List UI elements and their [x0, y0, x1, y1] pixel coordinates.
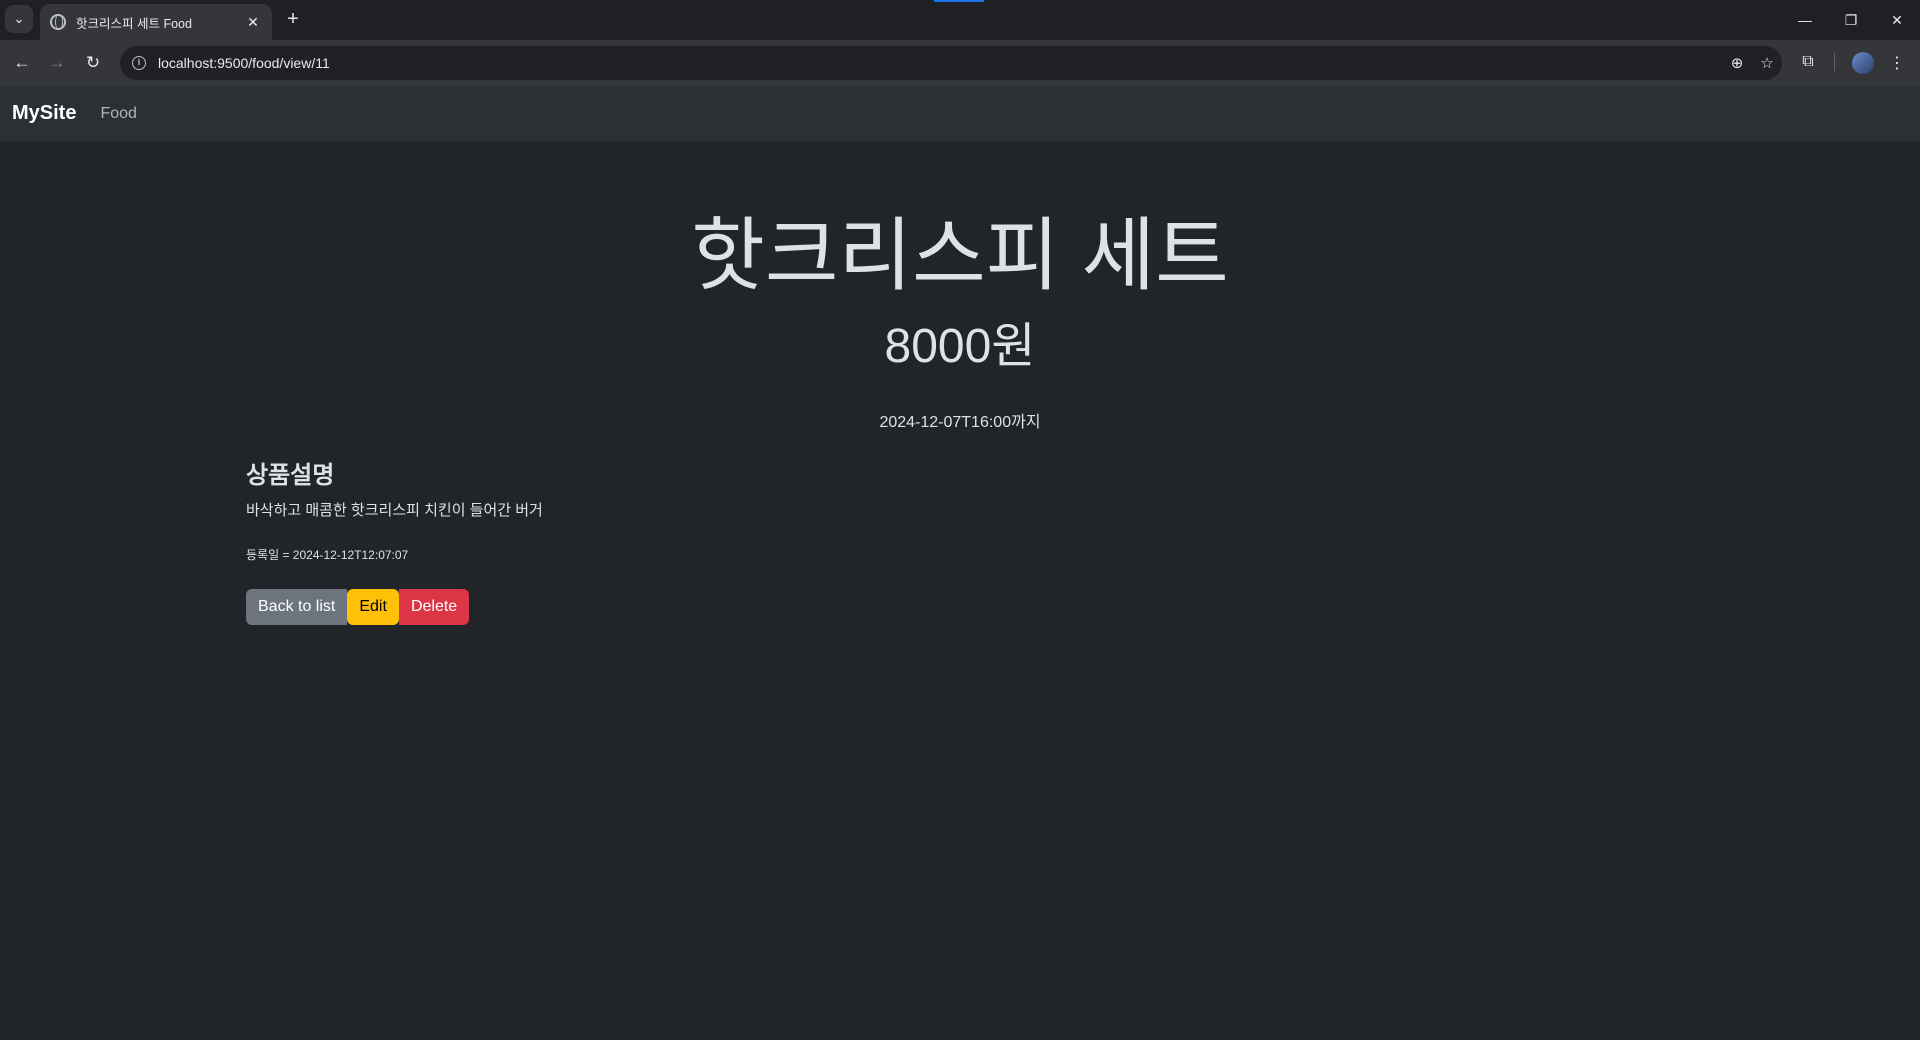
registered-date: 등록일 = 2024-12-12T12:07:07	[246, 548, 409, 562]
address-bar[interactable]: i localhost:9500/food/view/11 ⊕ ☆	[120, 46, 1782, 80]
zoom-icon[interactable]: ⊕	[1722, 54, 1752, 72]
food-detail: 상품설명 바삭하고 매콤한 핫크리스피 치킨이 들어간 버거 등록일 = 202…	[246, 455, 1674, 625]
minimize-icon[interactable]: —	[1782, 0, 1828, 40]
back-to-list-button[interactable]: Back to list	[246, 589, 348, 625]
close-window-icon[interactable]: ✕	[1874, 0, 1920, 40]
description-heading: 상품설명	[246, 462, 335, 489]
site-navbar: MySite Food	[0, 86, 1920, 141]
toolbar-divider	[1834, 53, 1835, 71]
action-buttons: Back to list Edit Delete	[246, 589, 1674, 625]
tab-search-icon[interactable]: ⌄	[5, 5, 33, 33]
browser-tab[interactable]: 핫크리스피 세트 Food ✕	[40, 4, 272, 40]
nav-link-food[interactable]: Food	[100, 105, 136, 123]
reload-icon[interactable]: ↻	[78, 48, 108, 78]
browser-tabstrip: ⌄ 핫크리스피 세트 Food ✕ + — ❐ ✕	[0, 0, 1920, 40]
plus-icon[interactable]: +	[280, 7, 306, 33]
star-icon[interactable]: ☆	[1752, 54, 1782, 72]
restore-icon[interactable]: ❐	[1828, 0, 1874, 40]
back-icon[interactable]: ←	[7, 48, 37, 78]
profile-avatar[interactable]	[1852, 52, 1874, 74]
menu-icon[interactable]: ⋮	[1886, 53, 1908, 73]
tab-title: 핫크리스피 세트 Food	[76, 16, 192, 31]
food-title: 핫크리스피 세트	[691, 211, 1229, 300]
close-icon[interactable]: ✕	[244, 14, 262, 31]
forward-icon[interactable]: →	[42, 48, 72, 78]
edit-button[interactable]: Edit	[347, 589, 399, 625]
delete-button[interactable]: Delete	[398, 589, 470, 625]
top-indicator	[934, 0, 984, 2]
url-text[interactable]: localhost:9500/food/view/11	[158, 55, 1722, 71]
browser-toolbar: ← → ↻ i localhost:9500/food/view/11 ⊕ ☆ …	[0, 40, 1920, 86]
brand-link[interactable]: MySite	[12, 102, 76, 125]
description-text: 바삭하고 매콤한 핫크리스피 치킨이 들어간 버거	[246, 502, 543, 519]
globe-icon	[50, 14, 66, 30]
extensions-icon[interactable]: ⧉	[1797, 53, 1819, 71]
food-hero: 핫크리스피 세트 8000원 2024-12-07T16:00까지	[0, 200, 1920, 432]
food-price: 8000원	[884, 320, 1036, 373]
food-deadline: 2024-12-07T16:00까지	[879, 414, 1041, 431]
info-icon[interactable]: i	[132, 56, 146, 70]
